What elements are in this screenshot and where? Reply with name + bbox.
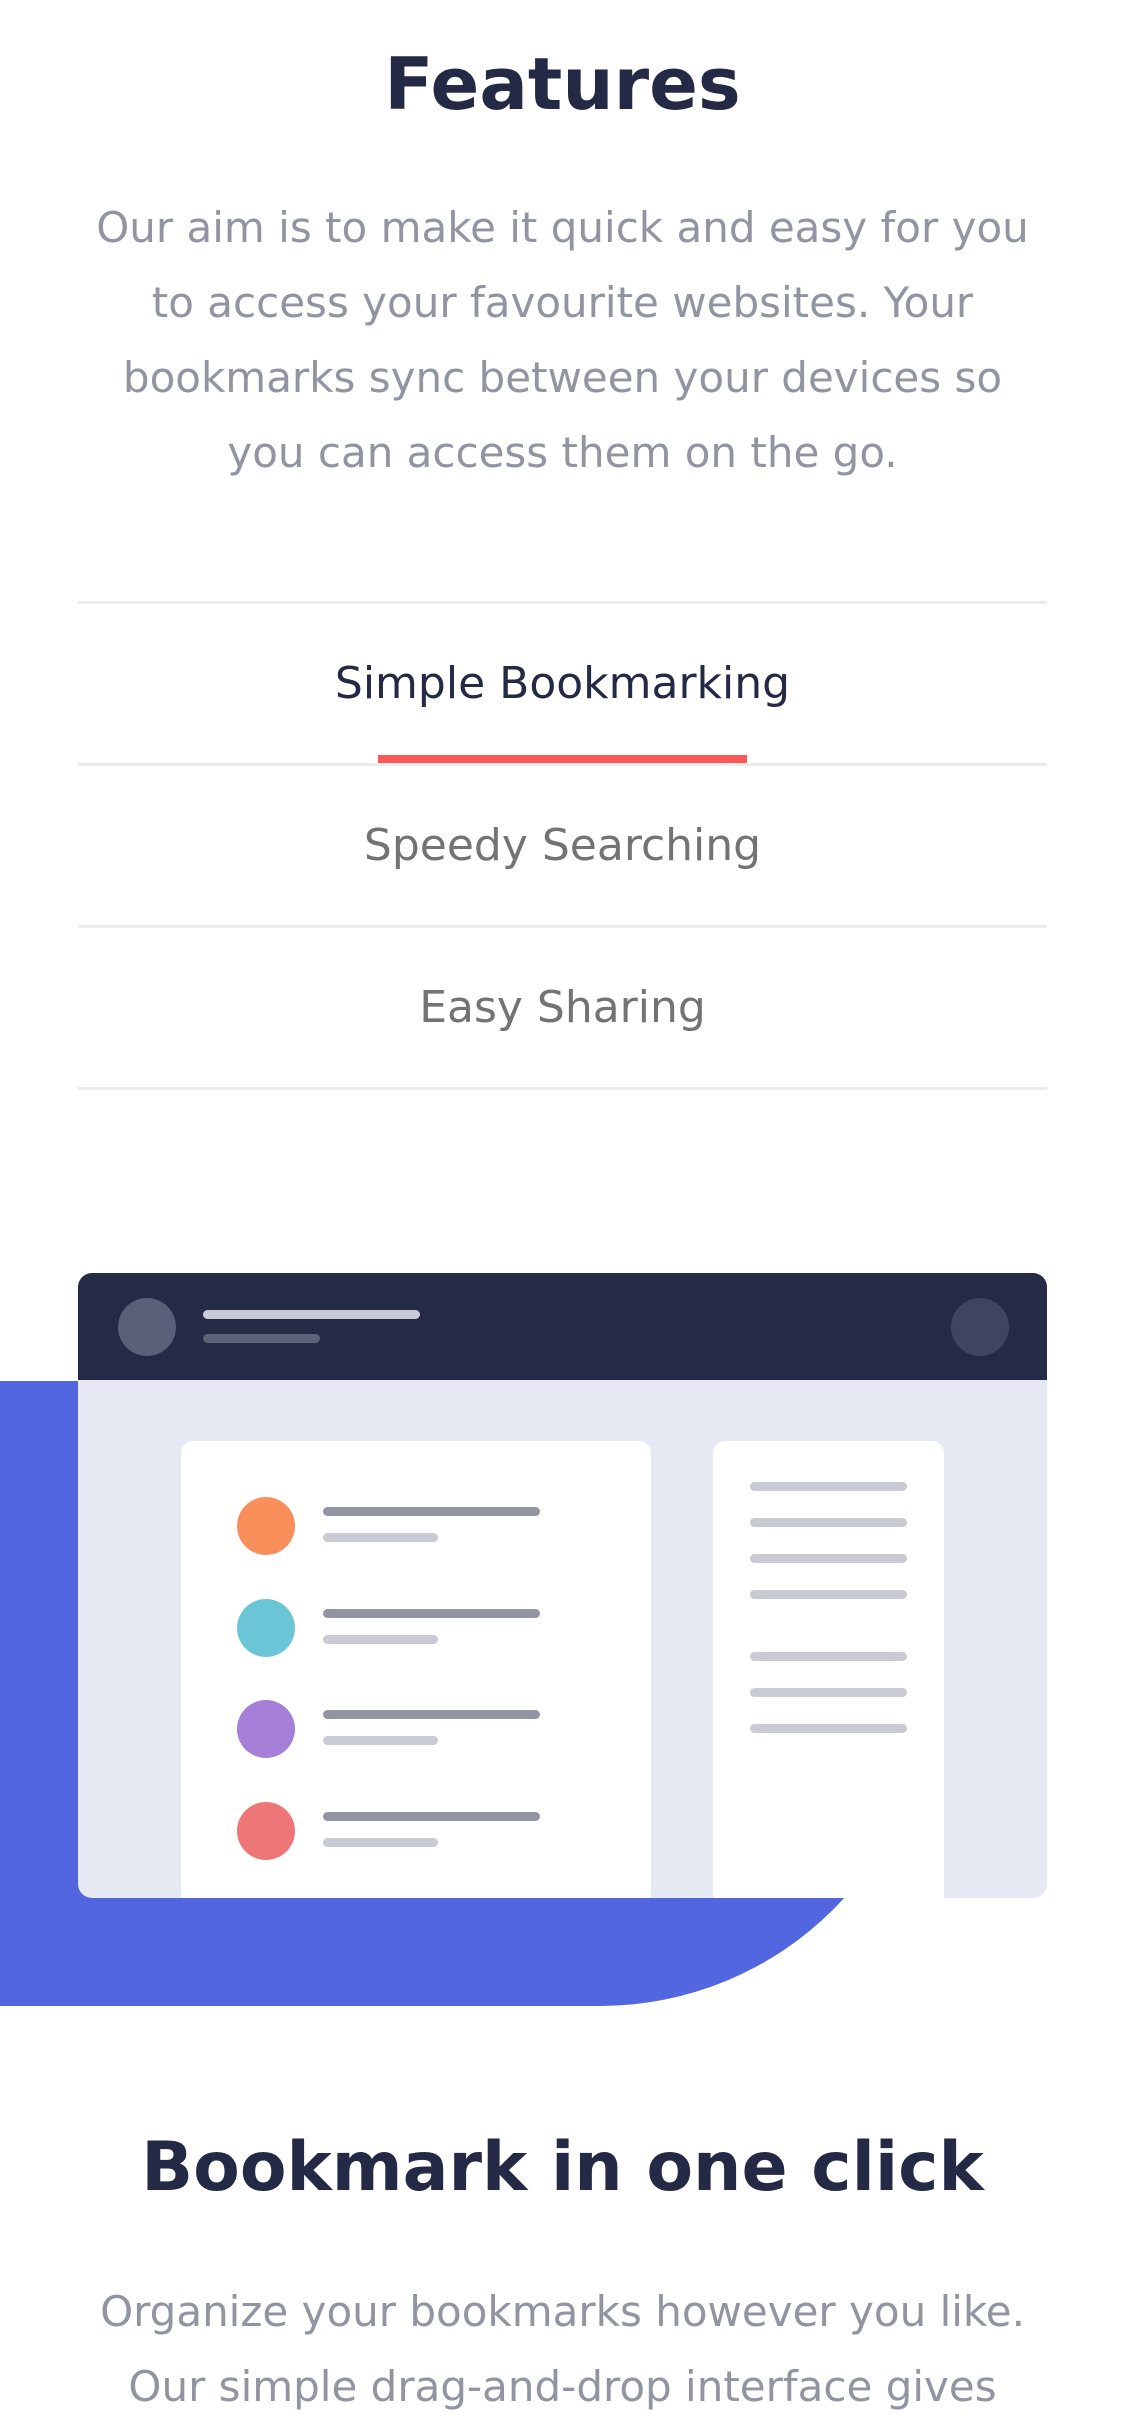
list-item bbox=[237, 1700, 597, 1758]
tab-label: Speedy Searching bbox=[363, 820, 762, 871]
placeholder-line bbox=[323, 1533, 438, 1542]
placeholder-line bbox=[323, 1812, 540, 1821]
tab-simple-bookmarking[interactable]: Simple Bookmarking bbox=[78, 604, 1047, 763]
placeholder-line bbox=[323, 1736, 438, 1745]
placeholder-line bbox=[323, 1507, 540, 1516]
placeholder-line bbox=[323, 1838, 438, 1847]
placeholder-line bbox=[203, 1334, 320, 1343]
placeholder-line bbox=[323, 1635, 438, 1644]
list-item bbox=[237, 1802, 597, 1860]
placeholder-line bbox=[750, 1652, 907, 1661]
bookmark-dot bbox=[237, 1497, 295, 1555]
list-item bbox=[237, 1497, 597, 1555]
tab-easy-sharing[interactable]: Easy Sharing bbox=[78, 928, 1047, 1087]
tab-label: Easy Sharing bbox=[419, 982, 706, 1033]
illustration-header bbox=[78, 1273, 1047, 1380]
active-tab-indicator bbox=[378, 755, 747, 763]
tab-speedy-searching[interactable]: Speedy Searching bbox=[78, 766, 1047, 925]
section-description: Organize your bookmarks however you like… bbox=[100, 2287, 1025, 2411]
placeholder-line bbox=[750, 1482, 907, 1491]
menu-circle-icon bbox=[951, 1298, 1009, 1356]
list-item bbox=[237, 1599, 597, 1657]
placeholder-line bbox=[203, 1310, 420, 1319]
placeholder-line bbox=[750, 1724, 907, 1733]
placeholder-line bbox=[750, 1688, 907, 1697]
bookmark-list-panel bbox=[181, 1441, 651, 1898]
side-panel bbox=[713, 1441, 944, 1898]
bookmark-dot bbox=[237, 1700, 295, 1758]
features-description: Our aim is to make it quick and easy for… bbox=[96, 203, 1029, 477]
tab-label: Simple Bookmarking bbox=[334, 658, 791, 709]
feature-tabs: Simple Bookmarking Speedy Searching Easy… bbox=[78, 601, 1047, 1090]
placeholder-line bbox=[750, 1518, 907, 1527]
avatar bbox=[118, 1298, 176, 1356]
features-heading: Features bbox=[384, 42, 741, 126]
bookmark-dot bbox=[237, 1802, 295, 1860]
placeholder-line bbox=[750, 1590, 907, 1599]
placeholder-line bbox=[750, 1554, 907, 1563]
placeholder-line bbox=[323, 1609, 540, 1618]
tab-divider bbox=[78, 1087, 1047, 1090]
placeholder-line bbox=[323, 1710, 540, 1719]
bookmark-dot bbox=[237, 1599, 295, 1657]
section-heading: Bookmark in one click bbox=[141, 2128, 984, 2207]
bookmark-illustration bbox=[78, 1273, 1047, 1898]
